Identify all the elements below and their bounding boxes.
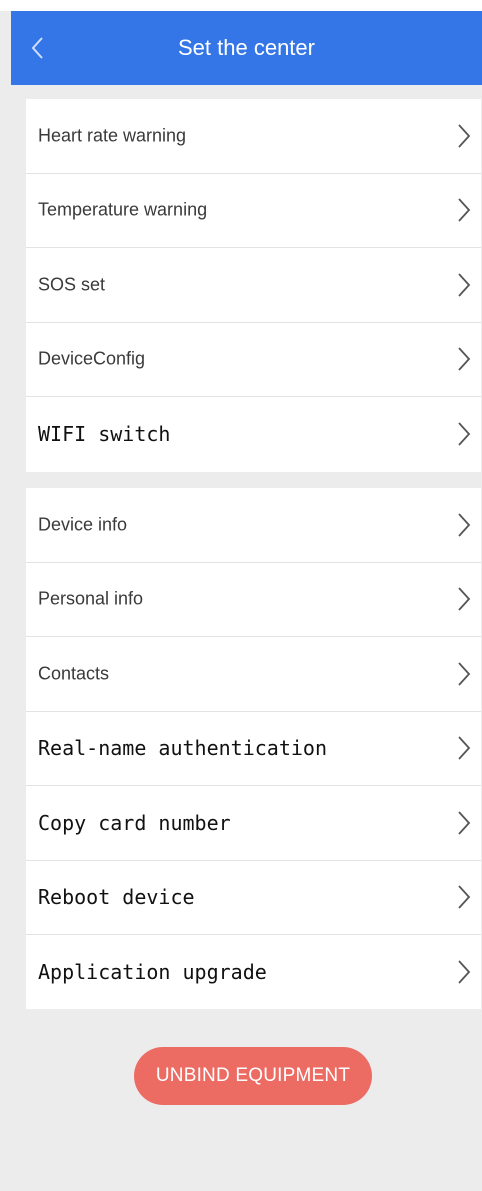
chevron-right-icon [458, 960, 471, 984]
page-title: Set the center [178, 35, 315, 60]
settings-screen: Set the center Heart rate warning Temper… [0, 0, 482, 1191]
menu-item-device-info[interactable]: Device info [26, 488, 481, 563]
menu-item-sos-set[interactable]: SOS set [26, 248, 481, 323]
header-bar: Set the center [11, 11, 482, 85]
menu-item-label: Contacts [38, 663, 110, 684]
status-strip [0, 0, 482, 11]
chevron-right-icon [458, 811, 471, 835]
menu-item-personal-info[interactable]: Personal info [26, 563, 481, 637]
menu-item-label: DeviceConfig [38, 348, 146, 369]
menu-item-label: Device info [38, 514, 128, 535]
menu-item-label: Copy card number [38, 810, 231, 835]
menu-item-reboot-device[interactable]: Reboot device [26, 861, 481, 935]
menu-item-wifi-switch[interactable]: WIFI switch [26, 397, 481, 472]
menu-item-label: Heart rate warning [38, 125, 187, 146]
chevron-right-icon [458, 422, 471, 446]
chevron-right-icon [458, 513, 471, 537]
menu-item-heart-rate-warning[interactable]: Heart rate warning [26, 99, 481, 174]
menu-item-label: Real-name authentication [38, 736, 327, 761]
chevron-right-icon [458, 885, 471, 909]
chevron-right-icon [458, 347, 471, 371]
menu-item-label: Reboot device [38, 885, 195, 910]
menu-item-device-config[interactable]: DeviceConfig [26, 323, 481, 397]
menu-item-application-upgrade[interactable]: Application upgrade [26, 935, 481, 1010]
settings-group-alerts: Heart rate warning Temperature warning S… [26, 99, 481, 472]
unbind-equipment-button[interactable]: UNBIND EQUIPMENT [134, 1047, 372, 1105]
menu-item-copy-card-number[interactable]: Copy card number [26, 786, 481, 861]
chevron-right-icon [458, 662, 471, 686]
menu-item-label: SOS set [38, 274, 106, 295]
chevron-right-icon [458, 736, 471, 760]
menu-item-contacts[interactable]: Contacts [26, 637, 481, 712]
menu-item-label: WIFI switch [38, 422, 171, 447]
menu-item-label: Personal info [38, 588, 144, 609]
menu-item-temperature-warning[interactable]: Temperature warning [26, 174, 481, 248]
menu-item-label: Temperature warning [38, 199, 208, 220]
menu-item-real-name-authentication[interactable]: Real-name authentication [26, 712, 481, 786]
chevron-right-icon [458, 273, 471, 297]
chevron-right-icon [458, 124, 471, 148]
chevron-right-icon [458, 587, 471, 611]
chevron-right-icon [458, 198, 471, 222]
settings-group-device: Device info Personal info Contacts Real-… [26, 488, 481, 1009]
menu-item-label: Application upgrade [38, 960, 267, 985]
